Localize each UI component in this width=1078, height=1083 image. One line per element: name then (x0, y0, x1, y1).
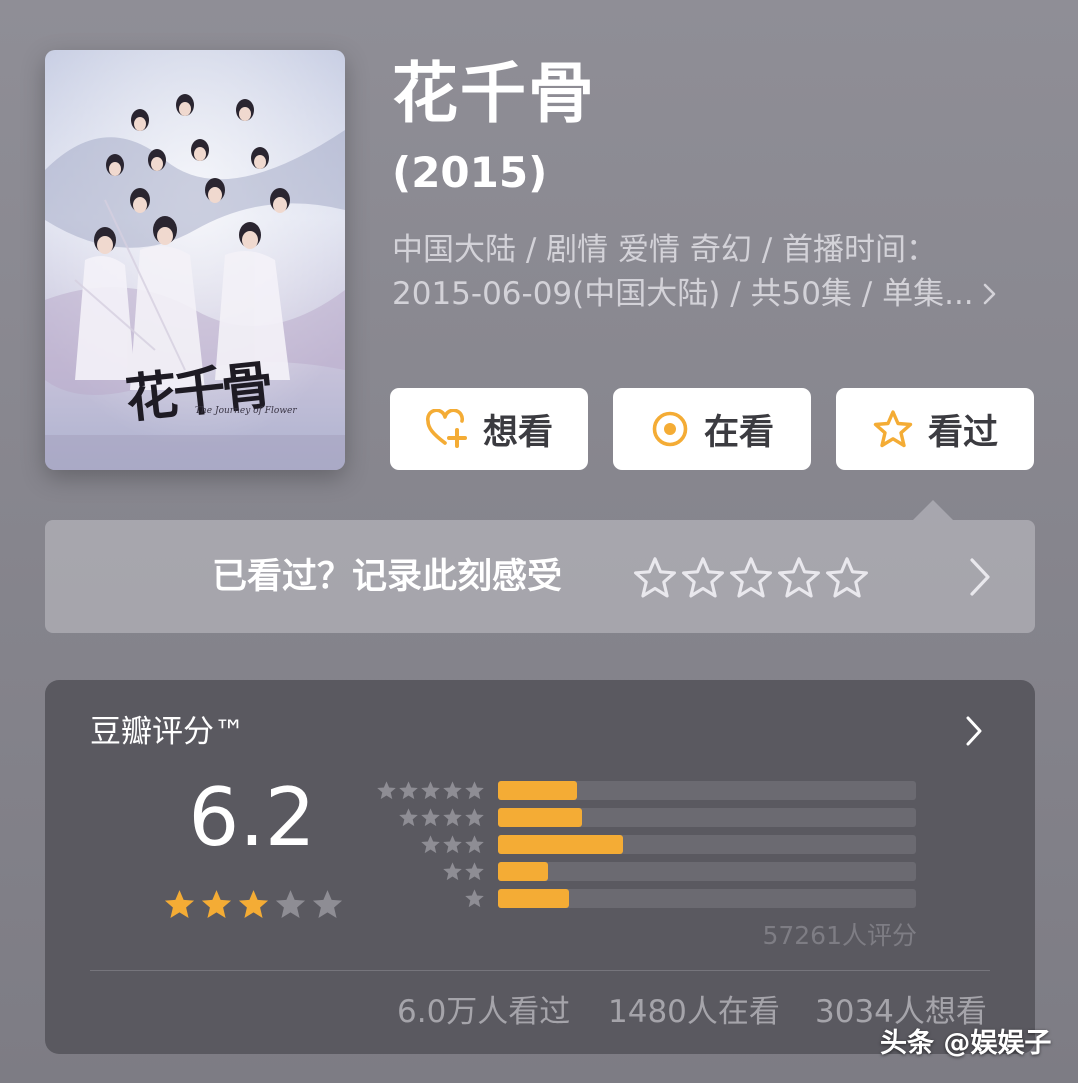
distribution-bar (498, 808, 582, 827)
distribution-stars (375, 861, 485, 882)
distribution-track (498, 781, 916, 800)
chevron-right-icon[interactable] (961, 714, 987, 748)
distribution-stars (375, 888, 485, 909)
distribution-row-1-star (375, 888, 916, 910)
rating-label: 豆瓣评分™ (90, 714, 245, 750)
distribution-bar (498, 781, 578, 800)
star-icon (399, 781, 418, 800)
watching-button[interactable]: 在看 (613, 388, 811, 470)
watching-label: 在看 (703, 412, 774, 453)
meta-line-2: 2015-06-09(中国大陆) / 共50集 / 单集... (392, 276, 974, 312)
rate-prompt-text: 已看过？记录此刻感受 (212, 557, 563, 597)
distribution-bar (498, 889, 570, 908)
meta-line-1: 中国大陆 / 剧情 爱情 奇幻 / 首播时间： (392, 232, 938, 268)
star-filled-icon (164, 890, 195, 918)
meta-line-2-wrap[interactable]: 2015-06-09(中国大陆) / 共50集 / 单集... (392, 272, 1000, 316)
stat-watching[interactable]: 1480人在看 (608, 990, 780, 1034)
distribution-bar (498, 862, 549, 881)
star-outline-icon (872, 409, 914, 449)
star-empty-icon (312, 890, 343, 918)
star-icon (465, 781, 484, 800)
rate-stars[interactable] (633, 556, 869, 600)
star-outline-icon[interactable] (825, 556, 869, 600)
target-circle-icon (650, 409, 690, 449)
star-icon (443, 808, 462, 827)
distribution-stars (375, 834, 485, 855)
distribution-stars (375, 807, 485, 828)
star-icon (443, 862, 462, 881)
distribution-row-2-star (375, 861, 916, 883)
star-icon (443, 835, 462, 854)
distribution-track (498, 808, 916, 827)
star-icon (465, 835, 484, 854)
star-outline-icon[interactable] (777, 556, 821, 600)
chevron-right-icon (983, 283, 995, 305)
distribution-row-3-star (375, 834, 916, 856)
star-icon (465, 862, 484, 881)
douban-rating-card[interactable]: 豆瓣评分™ 6.2 57261人评分 6.0万人看过 1480人在看 3034人… (45, 680, 1035, 1054)
poster-subtitle-art: The Journey of Flower (195, 406, 297, 416)
distribution-row-5-star (375, 780, 916, 802)
star-icon (421, 781, 440, 800)
movie-meta[interactable]: 中国大陆 / 剧情 爱情 奇幻 / 首播时间： 2015-06-09(中国大陆)… (392, 228, 1032, 316)
poster-image[interactable]: 花千骨 The Journey of Flower (45, 50, 345, 470)
distribution-track (498, 835, 916, 854)
star-icon (465, 889, 484, 908)
star-icon (465, 808, 484, 827)
rating-count[interactable]: 57261人评分 (665, 918, 917, 954)
star-outline-icon[interactable] (681, 556, 725, 600)
watermark: 头条 @娱娱子 (880, 1028, 1052, 1059)
want-to-watch-button[interactable]: 想看 (390, 388, 588, 470)
poster-title-art: 花千骨 (122, 354, 273, 431)
stat-watched[interactable]: 6.0万人看过 (397, 990, 570, 1034)
star-icon (399, 808, 418, 827)
distribution-stars (375, 780, 485, 801)
rating-stars (163, 888, 344, 921)
distribution-track (498, 862, 916, 881)
star-filled-icon (238, 890, 269, 918)
distribution-track (498, 889, 916, 908)
star-icon (421, 835, 440, 854)
rating-score: 6.2 (188, 771, 316, 864)
star-icon (443, 781, 462, 800)
star-outline-icon[interactable] (633, 556, 677, 600)
callout-pointer (913, 500, 953, 520)
distribution-bar (498, 835, 624, 854)
movie-year: (2015) (392, 148, 548, 197)
star-icon (377, 781, 396, 800)
heart-plus-icon (425, 409, 469, 449)
star-outline-icon[interactable] (729, 556, 773, 600)
want-to-watch-label: 想看 (482, 412, 553, 453)
distribution-row-4-star (375, 807, 916, 829)
star-filled-icon (201, 890, 232, 918)
star-icon (421, 808, 440, 827)
movie-title: 花千骨 (392, 55, 596, 132)
chevron-right-icon[interactable] (962, 556, 996, 598)
watched-button[interactable]: 看过 (836, 388, 1034, 470)
star-empty-icon (275, 890, 306, 918)
divider (90, 970, 990, 971)
watched-label: 看过 (927, 412, 998, 453)
